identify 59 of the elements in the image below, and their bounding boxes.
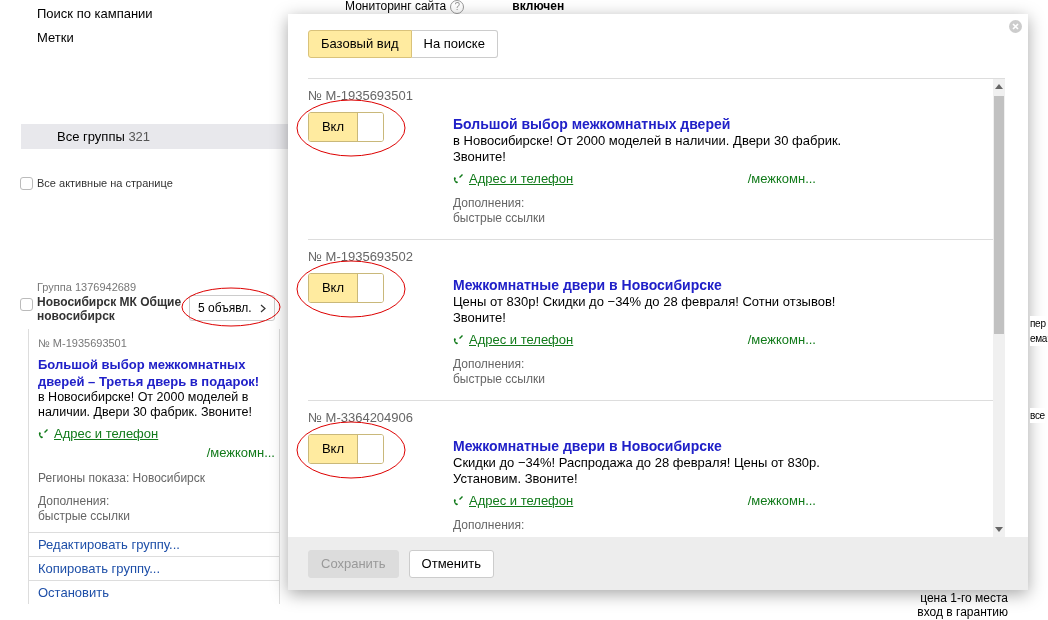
checkbox[interactable]: [20, 176, 33, 190]
extras-label: Дополнения:: [453, 357, 526, 372]
scrollbar-thumb[interactable]: [994, 96, 1004, 334]
close-icon[interactable]: [1009, 20, 1022, 33]
contact-link[interactable]: Адрес и телефон: [469, 168, 574, 188]
checkbox-label: Все активные на странице: [37, 176, 173, 191]
info-text: цена 1-го места: [919, 591, 1008, 605]
toggle-switch[interactable]: Вкл: [308, 433, 384, 464]
ad-title[interactable]: Межкомнатные двери в Новосибирске: [453, 275, 853, 294]
extras-label: Дополнения:: [453, 518, 526, 533]
extras-text: быстрые ссылки: [453, 372, 546, 387]
ad-number: № M-1935693501: [38, 336, 128, 351]
view-tab[interactable]: На поиске: [411, 30, 498, 58]
group-action-link[interactable]: Копировать группу...: [29, 555, 279, 580]
ad-url: /межкомн...: [206, 445, 275, 460]
phone-icon: [453, 333, 464, 345]
ad-title[interactable]: Большой выбор межкомнатных дверей – Третья дверь в подарок!: [38, 355, 275, 390]
phone-icon: [38, 427, 49, 439]
ads-count-button[interactable]: 5 объявл.: [189, 295, 275, 321]
ad-title[interactable]: Межкомнатные двери в Новосибирске: [453, 436, 853, 455]
toggle-switch[interactable]: Вкл: [308, 111, 384, 142]
ad-url: /межкомн...: [747, 330, 816, 349]
extras-label: Дополнения:: [453, 196, 526, 211]
checkbox[interactable]: [20, 298, 33, 311]
extras-label: Дополнения:: [38, 493, 111, 509]
field-value: включен: [512, 0, 565, 13]
field-label: Мониторинг сайта: [345, 0, 447, 13]
group-name: Новосибирск МК Общие новосибирск: [37, 295, 183, 323]
contact-link[interactable]: Адрес и телефон: [54, 423, 159, 443]
toggle-switch[interactable]: Вкл: [308, 272, 384, 303]
scrollbar[interactable]: [993, 79, 1005, 537]
contact-link[interactable]: Адрес и телефон: [469, 329, 574, 349]
phone-icon: [453, 494, 464, 506]
scroll-up-icon: [995, 83, 1003, 89]
info-text: вход в гарантию: [917, 605, 1008, 619]
ad-number: № M-3364204906: [308, 409, 414, 427]
ad-number: № M-1935693501: [308, 87, 414, 105]
field-label: Поиск по кампании: [36, 5, 154, 23]
view-tab[interactable]: Базовый вид: [308, 30, 412, 58]
group-caption: Группа 1376942689: [37, 279, 138, 295]
cancel-button[interactable]: Отменить: [408, 549, 494, 578]
regions-text: Регионы показа: Новосибирск: [38, 470, 206, 486]
ad-number: № M-1935693502: [308, 248, 414, 266]
group-action-link[interactable]: Остановить: [29, 579, 279, 604]
ad-url: /межкомн...: [747, 169, 816, 188]
phone-icon: [453, 172, 464, 184]
ad-title[interactable]: Большой выбор межкомнатных дверей: [453, 114, 853, 133]
chevron-right-icon: [259, 303, 266, 313]
group-action-link[interactable]: Редактировать группу...: [29, 531, 279, 556]
ad-text: Скидки до −34%! Распродажа до 28 февраля! Цены от 830р. Установим. Звоните!: [453, 454, 821, 487]
ad-url: /межкомн...: [747, 491, 816, 510]
extras-text: быстрые ссылки: [38, 508, 131, 524]
ad-text: Цены от 830р! Скидки до −34% до 28 февраля! Сотни отзывов! Звоните!: [453, 293, 837, 326]
ad-text: в Новосибирске! От 2000 моделей в наличии. Двери 30 фабрик. Звоните!: [38, 389, 253, 420]
contact-link[interactable]: Адрес и телефон: [469, 490, 574, 510]
scroll-down-icon: [995, 527, 1003, 533]
extras-text: быстрые ссылки: [453, 211, 546, 226]
ad-text: в Новосибирске! От 2000 моделей в наличии. Двери 30 фабрик. Звоните!: [453, 132, 843, 165]
field-label: Метки: [36, 29, 75, 47]
